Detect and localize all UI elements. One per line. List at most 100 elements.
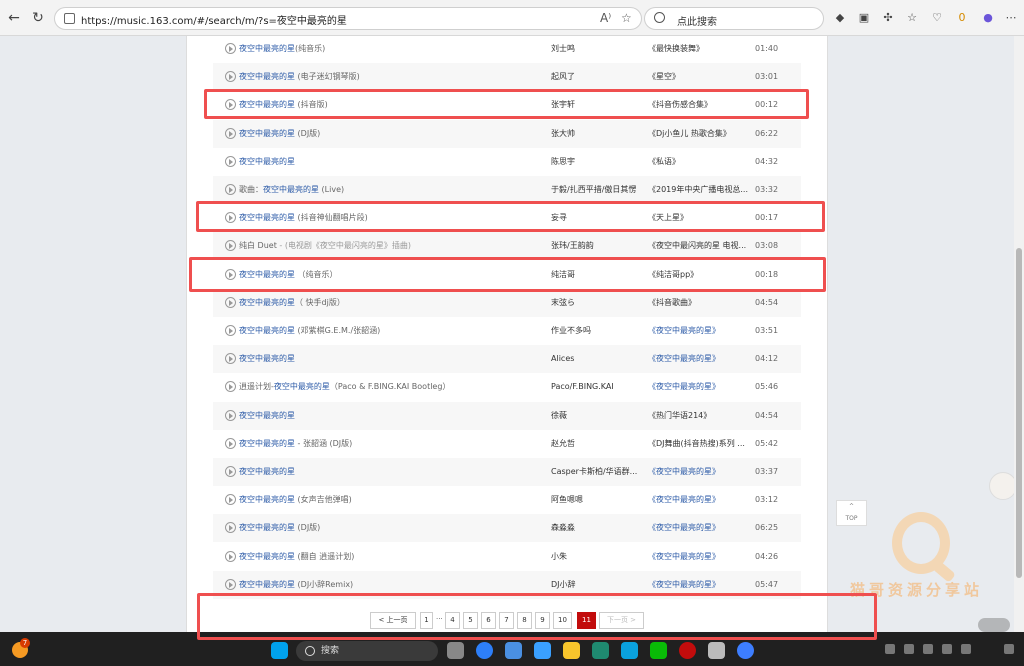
song-title[interactable]: 夜空中最亮的星 - 张韶涵 (DJ版) (239, 430, 352, 458)
song-artist[interactable]: 小朱 (551, 543, 567, 571)
back-icon[interactable]: ← (5, 9, 23, 27)
song-title[interactable]: 夜空中最亮的星 (239, 345, 295, 373)
song-row[interactable]: 夜空中最亮的星 Alices 《夜空中最亮的星》 04:12 (213, 345, 801, 374)
tray-icon[interactable] (942, 644, 952, 654)
play-icon[interactable] (225, 127, 236, 139)
avatar-app-icon[interactable] (708, 642, 725, 659)
shield-icon[interactable]: ◆ (832, 10, 848, 26)
song-title-part[interactable]: 夜空中最亮的星 (239, 580, 295, 589)
song-album[interactable]: 《Dj小鱼儿 热歌合集》 (648, 120, 731, 148)
play-icon[interactable] (225, 466, 236, 477)
song-title[interactable]: 夜空中最亮的星（ 快手dj版） (239, 289, 345, 317)
tray-icon[interactable] (904, 644, 914, 654)
song-album[interactable]: 《夜空中最亮的星》 (648, 345, 720, 373)
song-row[interactable]: 夜空中最亮的星(纯音乐) 刘士鸣 《最快换装舞》 01:40 (213, 35, 801, 63)
song-artist[interactable]: Paco/F.BING.KAI (551, 373, 614, 401)
song-album[interactable]: 《夜空中最亮的星》 (648, 373, 720, 401)
song-title-part[interactable]: 夜空中最亮的星 (263, 185, 319, 194)
play-icon[interactable] (225, 184, 236, 195)
extension-icon[interactable]: ✣ (880, 10, 896, 26)
play-icon[interactable] (225, 353, 236, 365)
song-row[interactable]: 夜空中最亮的星 陈思宇 《私语》 04:32 (213, 148, 801, 176)
song-row[interactable]: 夜空中最亮的星 (DJ版) 森淼淼 《夜空中最亮的星》 06:25 (213, 514, 801, 543)
tray-icon[interactable] (885, 644, 895, 654)
song-album[interactable]: 《DJ舞曲(抖音热搜)系列 ... (648, 430, 745, 458)
browser-app-icon[interactable] (737, 642, 754, 659)
song-row[interactable]: 夜空中最亮的星 - 张韶涵 (DJ版) 赵允哲 《DJ舞曲(抖音热搜)系列 ... 0… (213, 430, 801, 458)
more-menu-icon[interactable]: ⋯ (1003, 10, 1019, 26)
song-artist[interactable]: 森淼淼 (551, 514, 575, 542)
song-row[interactable]: 夜空中最亮的星 (邓紫棋G.E.M./张韶涵) 作业不多吗 《夜空中最亮的星》 03:… (213, 317, 801, 345)
song-title-part[interactable]: 夜空中最亮的星 (239, 523, 295, 532)
song-album[interactable]: 《夜空中最亮的星》 (648, 458, 720, 486)
song-row[interactable]: 夜空中最亮的星 Casper卡斯柏/华语群... 《夜空中最亮的星》 03:37 (213, 458, 801, 486)
song-album[interactable]: 《抖音歌曲》 (648, 289, 696, 317)
song-title-part[interactable]: 夜空中最亮的星 (239, 44, 295, 53)
song-title-part[interactable]: 夜空中最亮的星 (239, 72, 295, 81)
play-icon[interactable] (225, 578, 236, 590)
song-album[interactable]: 《星空》 (648, 63, 680, 91)
song-row[interactable]: 歌曲：夜空中最亮的星 (Live) 于毅/扎西平措/傲日其愣 《2019年中央广播电… (213, 176, 801, 204)
play-icon[interactable] (225, 240, 236, 252)
song-row[interactable]: 夜空中最亮的星 (翻自 逍遥计划) 小朱 《夜空中最亮的星》 04:26 (213, 543, 801, 571)
song-artist[interactable]: 赵允哲 (551, 430, 575, 458)
play-icon[interactable] (225, 71, 236, 83)
page-scrollbar[interactable] (1014, 36, 1024, 632)
play-icon[interactable] (225, 381, 236, 393)
tray-icon[interactable] (1004, 644, 1014, 654)
play-icon[interactable] (225, 522, 236, 534)
song-row[interactable]: 夜空中最亮的星 徐薇 《热门华语214》 04:54 (213, 401, 801, 430)
split-screen-icon[interactable]: ▣ (856, 10, 872, 26)
song-album[interactable]: 《最快换装舞》 (648, 35, 704, 63)
feishu-icon[interactable] (534, 642, 551, 659)
play-icon[interactable] (225, 325, 236, 336)
song-album[interactable]: 《夜空中最亮的星》 (648, 317, 720, 345)
song-title-part[interactable]: 夜空中最亮的星 (239, 495, 295, 504)
play-icon[interactable] (225, 550, 236, 562)
song-artist[interactable]: 作业不多吗 (551, 317, 591, 345)
song-title[interactable]: 夜空中最亮的星 (239, 458, 295, 486)
song-artist[interactable]: 于毅/扎西平措/傲日其愣 (551, 176, 636, 204)
play-icon[interactable] (225, 296, 236, 308)
song-title[interactable]: 夜空中最亮的星 (239, 148, 295, 176)
song-title[interactable]: 夜空中最亮的星(纯音乐) (239, 35, 325, 63)
favorite-star-icon[interactable]: ☆ (621, 11, 632, 25)
song-title-part[interactable]: 夜空中最亮的星 (239, 157, 295, 166)
play-icon[interactable] (225, 409, 236, 421)
song-title[interactable]: 夜空中最亮的星 (翻自 逍遥计划) (239, 543, 354, 571)
song-artist[interactable]: Casper卡斯柏/华语群... (551, 458, 637, 486)
song-title-part[interactable]: 夜空中最亮的星 (239, 129, 295, 138)
song-title-part[interactable]: 夜空中最亮的星 (239, 552, 295, 561)
assistant-avatar[interactable] (989, 472, 1017, 500)
folder-icon[interactable] (563, 642, 580, 659)
song-title[interactable]: 歌曲：夜空中最亮的星 (Live) (239, 176, 344, 204)
song-artist[interactable]: 陈思宇 (551, 148, 575, 176)
song-artist[interactable]: 刘士鸣 (551, 35, 575, 63)
song-title-part[interactable]: 夜空中最亮的星 (239, 354, 295, 363)
performance-icon[interactable]: ♡ (929, 10, 945, 26)
song-row[interactable]: 夜空中最亮的星 (电子迷幻钢琴版) 起风了 《星空》 03:01 (213, 63, 801, 92)
song-artist[interactable]: 起风了 (551, 63, 575, 91)
song-title[interactable]: 夜空中最亮的星 (电子迷幻钢琴版) (239, 63, 360, 91)
task-view-icon[interactable] (447, 642, 464, 659)
notepad-icon[interactable] (621, 642, 638, 659)
song-title-part[interactable]: 夜空中最亮的星 (239, 467, 295, 476)
netease-music-icon[interactable] (679, 642, 696, 659)
play-icon[interactable] (225, 437, 236, 449)
song-title[interactable]: 夜空中最亮的星 (239, 402, 295, 430)
song-artist[interactable]: 阿鱼嗯嗯 (551, 486, 583, 514)
song-artist[interactable]: 张大帅 (551, 120, 575, 148)
favorites-icon[interactable]: ☆ (904, 10, 920, 26)
browser-search-box[interactable]: 点此搜索 (644, 7, 824, 30)
song-title-part[interactable]: 夜空中最亮的星 (239, 439, 295, 448)
floating-control[interactable] (978, 618, 1010, 632)
song-album[interactable]: 《夜空中最亮的星》 (648, 543, 720, 571)
song-row[interactable]: 夜空中最亮的星（ 快手dj版） 末弦ら 《抖音歌曲》 04:54 (213, 288, 801, 317)
song-title-part[interactable]: 夜空中最亮的星 (239, 298, 295, 307)
tray-icon[interactable] (961, 644, 971, 654)
browser-app-icon[interactable] (476, 642, 493, 659)
song-title-part[interactable]: 夜空中最亮的星 (274, 382, 330, 391)
song-row[interactable]: 夜空中最亮的星 (女声吉他弹唱) 阿鱼嗯嗯 《夜空中最亮的星》 03:12 (213, 486, 801, 514)
song-title[interactable]: 夜空中最亮的星 (邓紫棋G.E.M./张韶涵) (239, 317, 380, 345)
start-icon[interactable] (271, 642, 288, 659)
